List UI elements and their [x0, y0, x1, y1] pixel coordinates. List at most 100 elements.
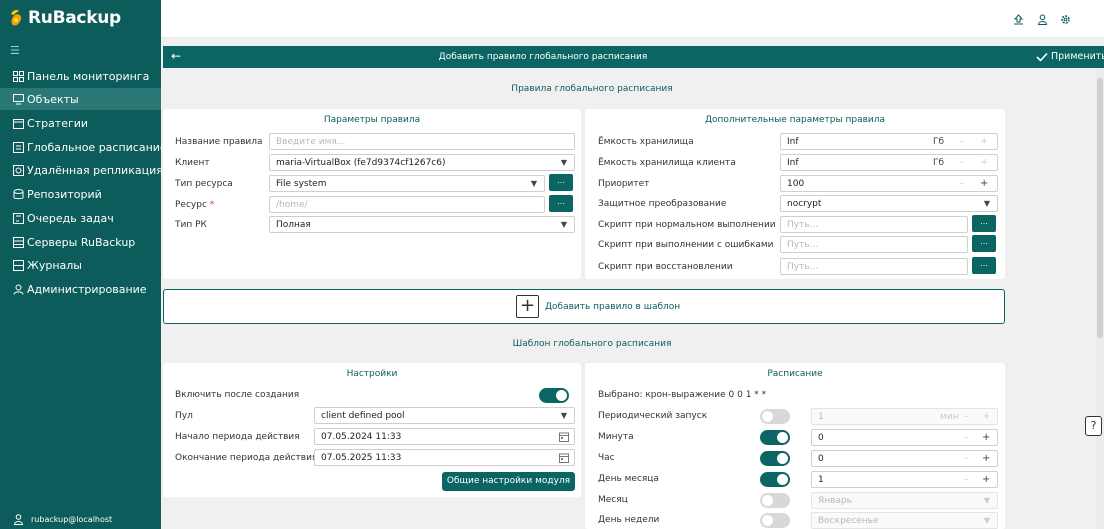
period-end-input[interactable]: 07.05.2025 11:33 [314, 449, 575, 466]
weekday-select[interactable]: Воскресенье ▼ [811, 512, 998, 529]
storage-capacity-input[interactable]: Inf Гб – + [780, 133, 998, 150]
script-normal-browse-button[interactable]: ... [972, 215, 996, 232]
decrement-button[interactable]: – [959, 136, 964, 147]
storage-capacity-label: Ёмкость хранилища [598, 137, 694, 147]
hour-toggle[interactable] [760, 451, 790, 466]
enable-after-create-toggle[interactable] [539, 388, 569, 403]
resource-type-select[interactable]: File system ▼ [269, 175, 545, 192]
rule-name-input[interactable]: Введите имя... [269, 133, 575, 150]
script-error-browse-button[interactable]: ... [972, 235, 996, 252]
minute-input[interactable]: 0 – + [811, 429, 998, 446]
server-icon [13, 236, 24, 248]
chevron-down-icon: ▼ [983, 516, 990, 525]
resource-browse-button[interactable]: ... [549, 195, 573, 212]
resource-input[interactable]: /home/ [269, 196, 545, 213]
apply-button[interactable]: Применить [1036, 51, 1104, 62]
increment-button[interactable]: + [982, 432, 990, 443]
help-button[interactable]: ? [1085, 416, 1102, 436]
required-mark: * [209, 200, 215, 210]
user-icon [14, 514, 23, 525]
sidebar-item-global-schedule[interactable]: Глобальное расписание [0, 136, 167, 158]
decrement-button[interactable]: – [959, 178, 964, 189]
page-header: ← Добавить правило глобального расписани… [163, 46, 1104, 68]
calendar-icon[interactable] [559, 453, 569, 463]
scrollbar[interactable] [1096, 70, 1104, 529]
minute-toggle[interactable] [760, 430, 790, 445]
gear-icon[interactable] [1060, 14, 1071, 25]
database-icon [13, 188, 24, 199]
scrollbar-thumb[interactable] [1097, 78, 1103, 338]
add-rule-button[interactable]: + Добавить правило в шаблон [163, 289, 1005, 324]
client-storage-capacity-input[interactable]: Inf Гб – + [780, 154, 998, 171]
protection-select[interactable]: nocrypt ▼ [780, 195, 998, 212]
upload-icon[interactable] [1013, 14, 1024, 25]
periodic-run-input[interactable]: 1 мин – + [811, 408, 998, 425]
client-select[interactable]: maria-VirtualBox (fe7d9374cf1267c6) ▼ [269, 154, 575, 171]
storage-capacity-value: Inf [787, 137, 799, 147]
sidebar-item-monitoring[interactable]: Панель мониторинга [0, 65, 161, 87]
sidebar-item-journals[interactable]: Журналы [0, 254, 161, 276]
period-end-label: Окончание периода действия [175, 453, 318, 463]
pool-label: Пул [175, 411, 193, 421]
user-info[interactable]: rubackup@localhost [14, 514, 112, 525]
sidebar-item-strategies[interactable]: Стратегии [0, 112, 161, 134]
periodic-run-toggle[interactable] [760, 409, 790, 424]
module-settings-button[interactable]: Общие настройки модуля [442, 472, 575, 491]
increment-button[interactable]: + [982, 474, 990, 485]
day-of-month-toggle[interactable] [760, 472, 790, 487]
increment-button[interactable]: + [982, 453, 990, 464]
minute-label: Минута [598, 432, 634, 442]
increment-button[interactable]: + [982, 411, 990, 422]
day-of-month-value: 1 [818, 475, 824, 485]
increment-button[interactable]: + [980, 157, 988, 168]
cron-expression-text: Выбрано: крон-выражение 0 0 1 * * [598, 390, 767, 400]
increment-button[interactable]: + [980, 178, 988, 189]
hour-value: 0 [818, 454, 824, 464]
sidebar-item-admin[interactable]: Администрирование [0, 278, 161, 300]
weekday-toggle[interactable] [760, 513, 790, 528]
sidebar-item-objects[interactable]: Объекты [0, 88, 161, 110]
hour-input[interactable]: 0 – + [811, 450, 998, 467]
decrement-button[interactable]: – [959, 157, 964, 168]
storage-capacity-unit: Гб [933, 137, 945, 147]
script-restore-input[interactable]: Путь... [780, 258, 968, 275]
chevron-down-icon: ▼ [560, 220, 567, 229]
day-of-month-label: День месяца [598, 474, 659, 484]
user-profile-icon[interactable] [1037, 14, 1048, 25]
resource-type-browse-button[interactable]: ... [549, 174, 573, 191]
sidebar-item-replication[interactable]: Удалённая репликация [0, 159, 163, 181]
logo[interactable]: RuBackup [8, 6, 121, 30]
script-normal-input[interactable]: Путь... [780, 216, 968, 233]
script-restore-browse-button[interactable]: ... [972, 257, 996, 274]
script-error-input[interactable]: Путь... [780, 236, 968, 253]
period-end-value: 07.05.2025 11:33 [321, 453, 402, 463]
decrement-button[interactable]: – [964, 453, 969, 464]
day-of-month-input[interactable]: 1 – + [811, 471, 998, 488]
protection-label: Защитное преобразование [598, 199, 727, 209]
pool-select[interactable]: client defined pool ▼ [314, 407, 575, 424]
decrement-button[interactable]: – [964, 411, 969, 422]
client-storage-capacity-label: Ёмкость хранилища клиента [598, 158, 736, 168]
sidebar-item-task-queue[interactable]: Очередь задач [0, 207, 161, 229]
increment-button[interactable]: + [980, 136, 988, 147]
decrement-button[interactable]: – [964, 474, 969, 485]
backup-type-select[interactable]: Полная ▼ [269, 216, 575, 233]
card-title: Расписание [767, 369, 823, 379]
month-select[interactable]: Январь ▼ [811, 492, 998, 509]
sidebar-item-repository[interactable]: Репозиторий [0, 183, 161, 205]
sidebar-item-label: Серверы RuBackup [27, 235, 136, 249]
sidebar-item-label: Журналы [27, 258, 82, 272]
sidebar-item-servers[interactable]: Серверы RuBackup [0, 231, 161, 253]
decrement-button[interactable]: – [964, 432, 969, 443]
schedule-card: Расписание Выбрано: крон-выражение 0 0 1… [585, 363, 1005, 529]
month-value: Январь [818, 496, 852, 506]
period-start-input[interactable]: 07.05.2024 11:33 [314, 428, 575, 445]
script-normal-label: Скрипт при нормальном выполнении [598, 220, 776, 230]
collapse-menu-icon[interactable]: ☰ [10, 44, 20, 57]
priority-input[interactable]: 100 – + [780, 175, 998, 192]
sidebar-item-label: Администрирование [27, 282, 147, 296]
calendar-list-icon [13, 141, 24, 153]
calendar-icon[interactable] [559, 432, 569, 442]
replication-icon [13, 164, 24, 176]
month-toggle[interactable] [760, 493, 790, 508]
